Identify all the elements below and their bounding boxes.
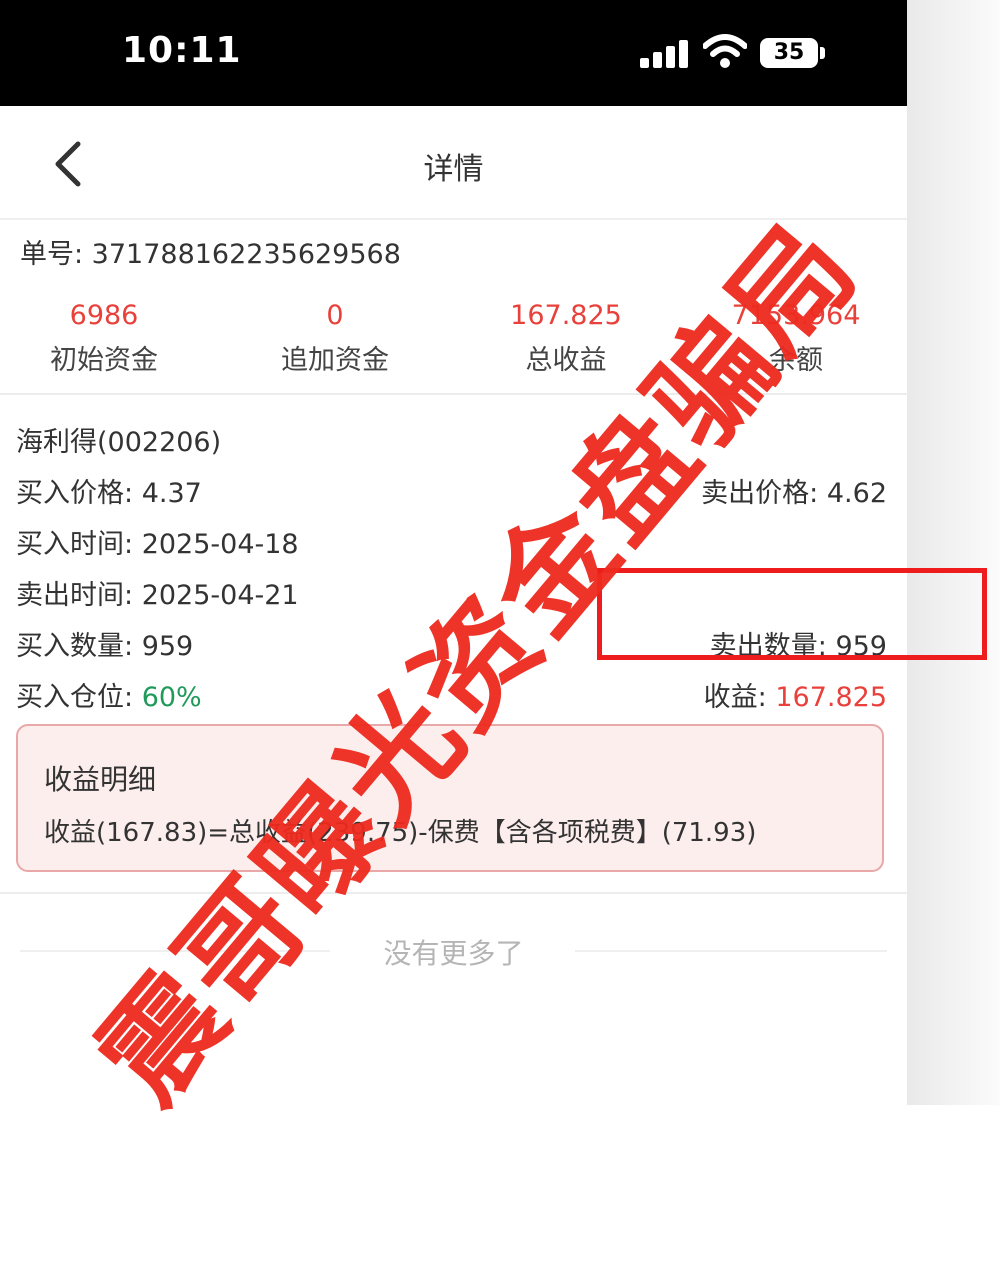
buy-time-row: 买入时间: 2025-04-18 [16, 522, 299, 561]
profit-label: 收益: [703, 682, 767, 713]
buy-time-label: 买入时间: [16, 529, 134, 560]
section-divider [0, 892, 907, 894]
buy-price-row: 买入价格: 4.37 [16, 471, 202, 510]
position-value: 60% [141, 682, 202, 713]
order-number: 单号: 371788162235629568 [20, 239, 401, 270]
sell-time-row: 卖出时间: 2025-04-21 [16, 573, 299, 612]
battery-icon: 35 [760, 38, 818, 68]
profit-value: 167.825 [775, 682, 887, 713]
stock-name: 海利得(002206) [16, 427, 222, 458]
buy-qty-value: 959 [141, 631, 194, 662]
profit-detail-title: 收益明细 [44, 763, 157, 796]
background-edge [907, 0, 1000, 1105]
buy-time-value: 2025-04-18 [141, 529, 299, 560]
status-bar: 10:11 35 [0, 0, 907, 106]
sell-price-value: 4.62 [826, 478, 887, 509]
buy-qty-row: 买入数量: 959 [16, 624, 193, 663]
wifi-icon [703, 34, 747, 68]
stat-initial-capital: 6986 初始资金 [4, 298, 204, 377]
stat-label: 追加资金 [281, 345, 389, 376]
stat-value: 0 [326, 300, 344, 331]
profit-row: 收益: 167.825 [704, 675, 887, 714]
sell-time-value: 2025-04-21 [141, 580, 299, 611]
cellular-signal-icon [640, 40, 690, 68]
buy-price-label: 买入价格: [16, 478, 134, 509]
sell-time-label: 卖出时间: [16, 580, 134, 611]
position-row: 买入仓位: 60% [16, 675, 202, 714]
position-label: 买入仓位: [16, 682, 134, 713]
page-title: 详情 [423, 152, 484, 187]
stat-value: 6986 [69, 300, 139, 331]
stat-label: 初始资金 [50, 345, 158, 376]
status-time: 10:11 [122, 30, 242, 71]
buy-price-value: 4.37 [141, 478, 202, 509]
buy-qty-label: 买入数量: [16, 631, 134, 662]
stat-added-capital: 0 追加资金 [235, 298, 435, 377]
highlight-box [597, 568, 987, 660]
battery-tip [820, 47, 825, 59]
